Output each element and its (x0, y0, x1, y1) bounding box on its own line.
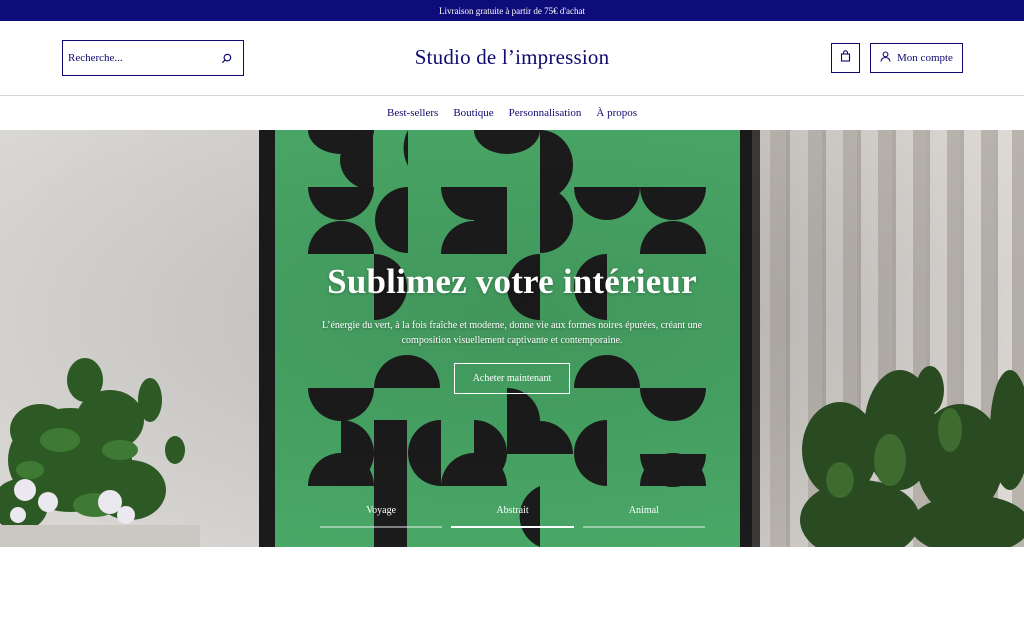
hero-title: Sublimez votre intérieur (327, 262, 697, 301)
search-box[interactable] (62, 40, 244, 76)
slide-tab-abstrait[interactable]: Abstrait (451, 504, 574, 528)
announcement-bar: Livraison gratuite à partir de 75€ d'ach… (0, 0, 1024, 21)
slide-progress-bar (320, 526, 443, 528)
search-input[interactable] (68, 52, 208, 64)
account-button[interactable]: Mon compte (870, 43, 963, 73)
slide-tab-label: Animal (628, 505, 659, 516)
slide-tab-label: Abstrait (496, 505, 529, 516)
main-navigation: Best-sellers Boutique Personnalisation À… (0, 96, 1024, 130)
site-header: Studio de l’impression Mon compte (0, 21, 1024, 96)
slide-tab-animal[interactable]: Animal (582, 504, 705, 528)
nav-item-best-sellers[interactable]: Best-sellers (387, 107, 438, 119)
search-icon[interactable] (219, 51, 233, 65)
cart-button[interactable] (831, 43, 860, 73)
slide-progress-bar (582, 526, 705, 528)
nav-item-boutique[interactable]: Boutique (453, 107, 493, 119)
hero-banner: Sublimez votre intérieur L’énergie du ve… (0, 130, 1024, 547)
shopping-bag-icon (840, 49, 851, 67)
user-icon (880, 51, 891, 65)
nav-item-a-propos[interactable]: À propos (596, 107, 637, 119)
shop-now-button[interactable]: Acheter maintenant (454, 363, 570, 394)
slide-tab-voyage[interactable]: Voyage (320, 504, 443, 528)
account-label: Mon compte (897, 52, 953, 64)
slideshow-tabs: Voyage Abstrait Animal (320, 504, 705, 528)
hero-description: L’énergie du vert, à la fois fraîche et … (321, 320, 703, 346)
slide-progress-bar (451, 526, 574, 528)
announcement-text: Livraison gratuite à partir de 75€ d'ach… (438, 5, 586, 16)
brand-name[interactable]: Studio de l’impression (415, 45, 610, 69)
nav-item-personnalisation[interactable]: Personnalisation (509, 107, 582, 119)
slide-tab-label: Voyage (366, 505, 397, 516)
